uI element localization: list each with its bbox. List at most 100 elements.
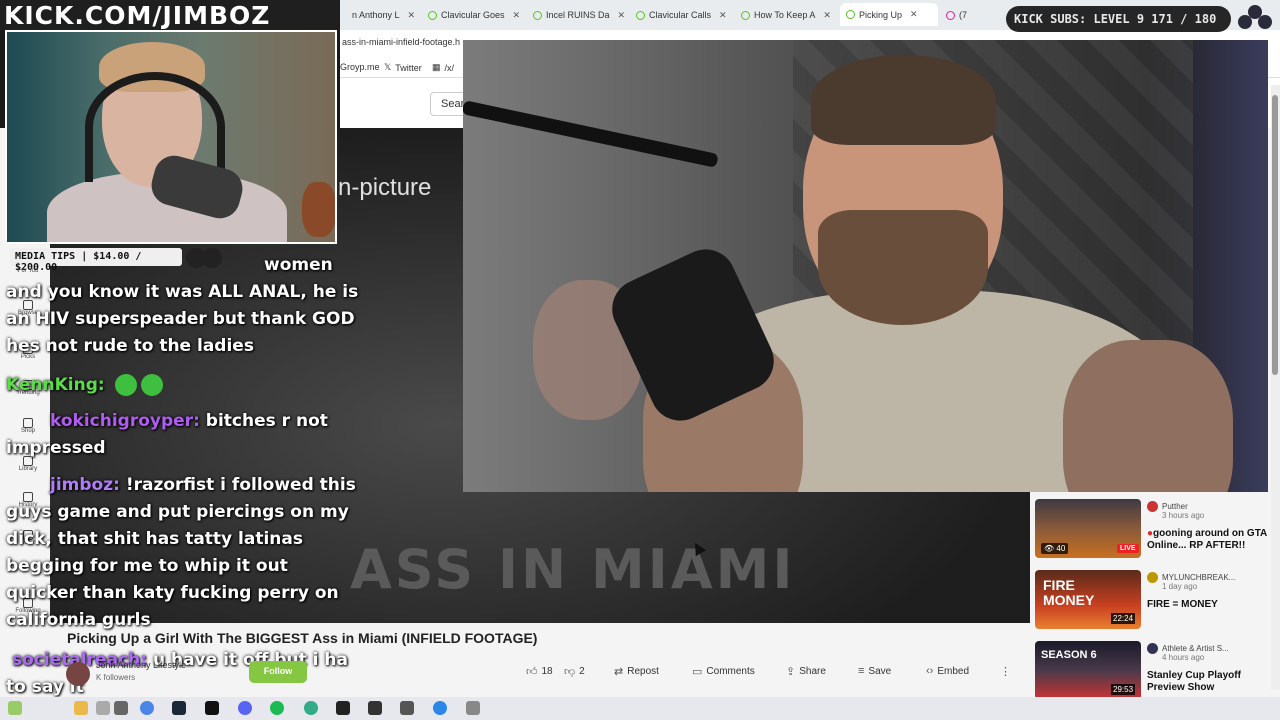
browser-tab[interactable]: Clavicular Calls ✕ [636,5,732,25]
view-count: 👁 40 [1041,543,1069,554]
browser-tab[interactable]: Incel RUINS Da ✕ [533,5,629,25]
bookmark-label: Groyp.me [340,62,380,72]
save-label: Save [868,665,892,677]
thumbs-down-icon: 👎︎ [564,665,576,678]
pip-video[interactable] [463,40,1268,492]
bookmark-item[interactable]: Groyp.me [340,62,380,72]
steam-icon[interactable] [172,701,186,715]
kick-icon [846,10,855,19]
app-icon[interactable] [466,701,480,715]
picture-in-picture-label: n-picture [338,174,432,201]
kick-icon [741,10,750,20]
channel-name: MYLUNCHBREAK... [1162,573,1236,582]
video-thumbnail: SEASON 6 29:53 [1035,641,1141,700]
channel-avatar [1147,643,1158,654]
close-icon[interactable]: ✕ [823,10,831,21]
bookmark-item[interactable]: 𝕏 Twitter [384,62,422,73]
tab-label: Picking Up [859,9,903,20]
video-title: FIRE = MONEY [1147,599,1218,610]
share-button[interactable]: ⇪ Share [786,660,826,682]
thumbs-up-icon: 👍︎ [526,665,538,678]
channel-avatar[interactable] [66,662,90,686]
thumbnail-text: FIRE MONEY [1043,577,1095,608]
follower-count: K followers [96,673,136,682]
chat-message: women and you know it was ALL ANAL, he i… [6,252,361,360]
chat-username: KennKing: [6,375,105,395]
spotify-icon[interactable] [270,701,284,715]
dislike-count: 2 [579,665,585,677]
like-count: 18 [541,665,553,677]
chat-username: kokichigroyper: [50,411,200,431]
pepe-emote-icon [114,374,137,396]
app-icon[interactable] [304,701,318,715]
live-badge: LIVE [1117,544,1139,553]
close-icon[interactable]: ✕ [910,9,918,20]
close-icon[interactable]: ✕ [618,10,626,21]
mic-arm [463,100,719,168]
browser-tab[interactable]: Clavicular Goes ✕ [428,5,524,25]
repost-icon: ⇄ [614,665,624,678]
scrollbar-thumb[interactable] [1272,95,1278,375]
embed-label: Embed [937,665,970,677]
embed-button[interactable]: ‹› Embed [926,660,969,682]
browser-tab[interactable]: (7 [946,5,976,25]
close-icon[interactable]: ✕ [408,10,416,21]
upload-time: 3 hours ago [1162,511,1205,520]
chat-message: KennKing: [6,372,361,399]
follow-button[interactable]: Follow [249,661,307,683]
chat-message: kokichigroyper: bitches r not impressed [6,408,361,462]
view-count-text: 40 [1056,544,1066,553]
chat-message: societalreach: u have it off but i ha to… [6,647,361,701]
repost-button[interactable]: ⇄ Repost [614,660,659,682]
bookmark-item[interactable]: ▦/x/ [432,62,454,73]
app-icon[interactable] [400,701,414,715]
url-text: ass-in-miami-infield-footage.h [342,37,461,47]
comment-icon: ▭ [692,665,703,678]
terminal-icon[interactable] [368,701,382,715]
dislike-button[interactable]: 👎︎ 2 [564,660,585,682]
channel-name[interactable]: John Anthony Lifestyle [96,660,186,670]
browser-tab-active[interactable]: Picking Up ✕ [840,3,938,26]
obs-icon[interactable] [114,701,128,715]
pepe-icon[interactable] [8,701,22,715]
person-beard [818,210,988,325]
webcam-feed [5,30,337,244]
chat-text: women and you know it was ALL ANAL, he i… [6,255,359,356]
app-icon[interactable] [336,701,350,715]
tab-label: Clavicular Calls [649,10,712,20]
more-icon: ⋮ [1000,665,1011,678]
more-options-button[interactable]: ⋮ [1000,660,1011,682]
browser-tab[interactable]: n Anthony L ✕ [352,5,424,25]
browser-icon[interactable] [433,701,447,715]
app-icon[interactable] [205,701,219,715]
channel-name: Putther [1162,502,1188,511]
app-icon[interactable] [96,701,110,715]
close-icon[interactable]: ✕ [719,10,727,21]
channel-name: Athlete & Artist S... [1162,644,1229,653]
kick-icon [428,10,437,20]
channel-avatar [1147,572,1158,583]
tab-label: Incel RUINS Da [546,10,610,20]
recommendation-item[interactable]: SEASON 6 29:53 Athlete & Artist S... 4 h… [1035,641,1265,703]
bookmark-label: Twitter [395,62,422,73]
video-thumbnail: FIRE MONEY 22:24 [1035,570,1141,629]
channel-avatar [1147,501,1158,512]
comments-label: Comments [706,665,755,677]
like-button[interactable]: 👍︎ 18 [526,660,553,682]
tab-label: Clavicular Goes [441,10,505,20]
recommendation-item[interactable]: FIRE MONEY 22:24 MYLUNCHBREAK... 1 day a… [1035,570,1265,632]
discord-icon[interactable] [238,701,252,715]
close-icon[interactable]: ✕ [513,10,521,21]
tab-label: n Anthony L [352,10,400,20]
chat-message: jimboz: !razorfist i followed this guys … [6,472,361,634]
folder-icon[interactable] [74,701,88,715]
chrome-icon[interactable] [140,701,154,715]
recommendation-item[interactable]: 👁 40 LIVE Putther 3 hours ago ●gooning a… [1035,499,1267,561]
instagram-icon [946,10,955,20]
browser-tab[interactable]: How To Keep A ✕ [741,5,837,25]
share-label: Share [799,665,826,677]
tab-label: How To Keep A [754,10,816,20]
comments-button[interactable]: ▭ Comments [692,660,755,682]
save-button[interactable]: ≡ Save [858,660,891,682]
upload-time: 1 day ago [1162,582,1198,591]
